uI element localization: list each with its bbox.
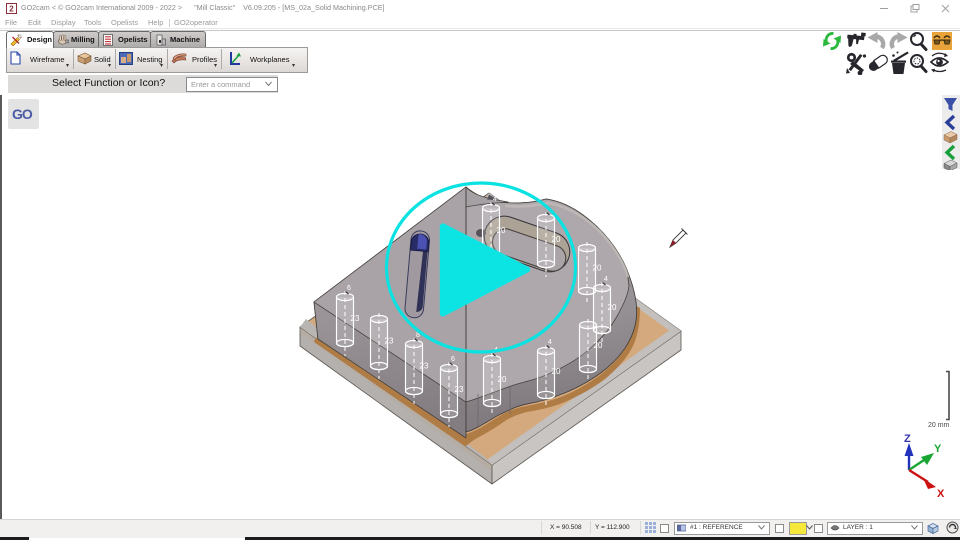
svg-text:20: 20	[593, 264, 602, 273]
svg-text:4: 4	[548, 339, 552, 346]
svg-text:4: 4	[493, 196, 497, 203]
svg-text:6: 6	[451, 356, 455, 363]
svg-text:Y: Y	[934, 443, 942, 455]
svg-text:2: 2	[9, 5, 14, 14]
svg-text:20: 20	[497, 226, 506, 235]
svg-text:20: 20	[594, 341, 603, 350]
svg-text:20: 20	[552, 235, 561, 244]
svg-text:23: 23	[455, 385, 464, 394]
svg-text:20: 20	[608, 303, 617, 312]
svg-text:X: X	[937, 488, 945, 500]
svg-text:20: 20	[552, 367, 561, 376]
svg-text:20 mm: 20 mm	[928, 422, 950, 429]
svg-text:23: 23	[351, 314, 360, 323]
svg-text:Z: Z	[904, 433, 911, 445]
svg-text:6: 6	[347, 285, 351, 292]
svg-text:4: 4	[604, 276, 608, 283]
svg-text:23: 23	[385, 337, 394, 346]
svg-text:20: 20	[498, 375, 507, 384]
svg-text:23: 23	[420, 362, 429, 371]
